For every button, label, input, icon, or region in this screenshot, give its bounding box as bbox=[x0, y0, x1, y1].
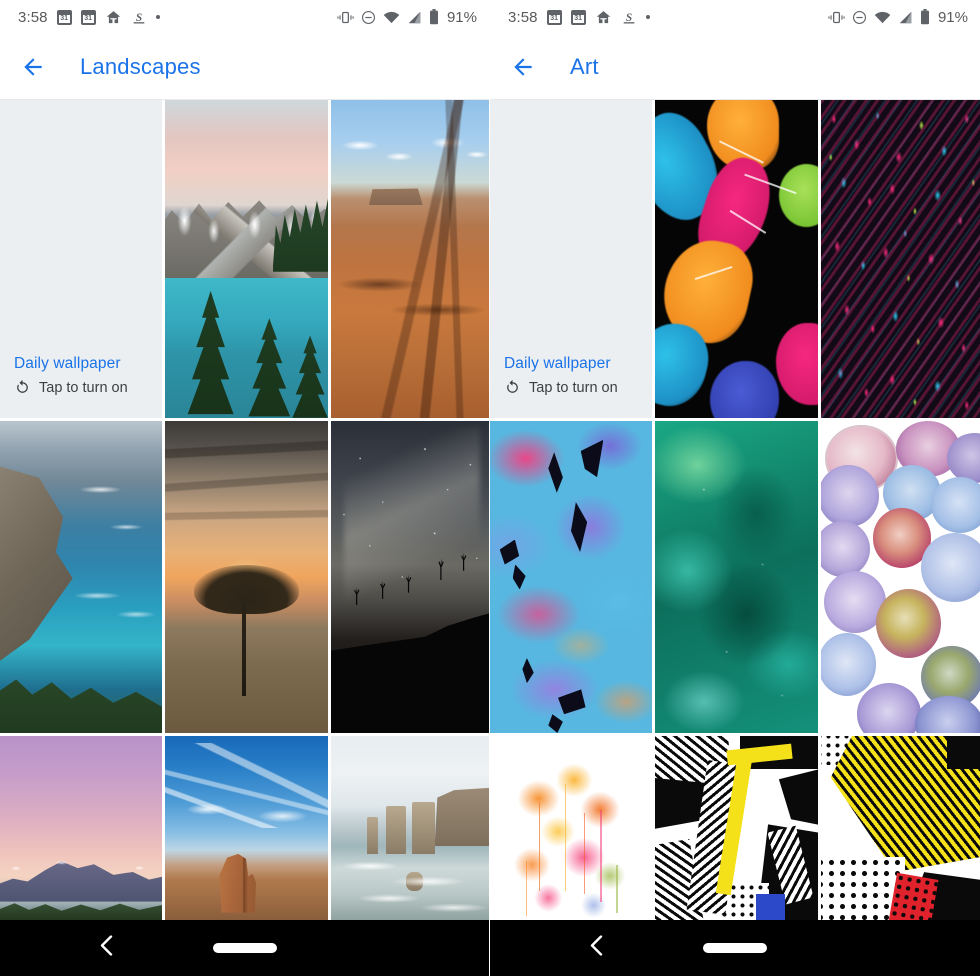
app-bar: Art bbox=[490, 34, 980, 100]
orange-splash-wallpaper[interactable] bbox=[490, 736, 652, 920]
s-app-icon: S bbox=[131, 9, 147, 26]
refresh-icon bbox=[14, 379, 31, 396]
phone-screen-art: 3:58 31 31 S 91% Art Daily wallpaper Tap… bbox=[490, 0, 980, 976]
home-icon bbox=[105, 9, 122, 26]
purple-dusk-mountains-wallpaper[interactable] bbox=[0, 736, 162, 920]
status-bar: 3:58 31 31 S 91% bbox=[490, 0, 980, 34]
app-bar: Landscapes bbox=[0, 34, 489, 100]
calendar-icon: 31 bbox=[80, 9, 96, 25]
pink-blue-watercolor-wallpaper[interactable] bbox=[490, 421, 652, 733]
status-bar-clock: 3:58 bbox=[18, 8, 48, 26]
daily-wallpaper-subtitle: Tap to turn on bbox=[529, 379, 618, 396]
battery-percent-label: 91% bbox=[446, 8, 477, 26]
daily-wallpaper-subtitle: Tap to turn on bbox=[39, 379, 128, 396]
sea-stacks-wallpaper[interactable] bbox=[331, 736, 489, 920]
signal-icon bbox=[407, 11, 422, 24]
daily-wallpaper-status: Tap to turn on bbox=[504, 379, 652, 396]
system-navigation-bar bbox=[490, 920, 980, 976]
calendar-icon: 31 bbox=[56, 9, 72, 25]
wallpaper-grid: Daily wallpaper Tap to turn on bbox=[0, 100, 489, 920]
pop-art-yellow-wallpaper[interactable] bbox=[821, 736, 980, 920]
green-watercolor-wallpaper[interactable] bbox=[655, 421, 818, 733]
system-navigation-bar bbox=[0, 920, 489, 976]
monument-valley-wallpaper[interactable] bbox=[165, 736, 328, 920]
starry-night-desert-wallpaper[interactable] bbox=[331, 421, 489, 733]
status-bar-left: 3:58 31 31 S bbox=[18, 9, 160, 26]
status-bar-right: 91% bbox=[828, 9, 968, 26]
dot-icon bbox=[155, 15, 160, 19]
acacia-tree-sunset-wallpaper[interactable] bbox=[165, 421, 328, 733]
do-not-disturb-icon bbox=[852, 10, 867, 25]
svg-text:S: S bbox=[625, 11, 631, 23]
daily-wallpaper-title: Daily wallpaper bbox=[504, 355, 611, 372]
page-title: Art bbox=[570, 53, 599, 79]
phone-screen-landscapes: 3:58 31 31 S 91% Landscapes Daily wallpa… bbox=[0, 0, 490, 976]
calendar-icon: 31 bbox=[570, 9, 586, 25]
status-bar-right: 91% bbox=[337, 9, 477, 26]
battery-percent-label: 91% bbox=[937, 8, 968, 26]
home-icon bbox=[595, 9, 612, 26]
daily-wallpaper-card[interactable]: Daily wallpaper Tap to turn on bbox=[490, 100, 652, 418]
do-not-disturb-icon bbox=[361, 10, 376, 25]
dual-screenshot-container: 3:58 31 31 S 91% Landscapes Daily wallpa… bbox=[0, 0, 980, 976]
neon-confetti-wallpaper[interactable] bbox=[821, 100, 980, 418]
signal-icon bbox=[898, 11, 913, 24]
status-bar-clock: 3:58 bbox=[508, 8, 538, 26]
status-bar-left: 3:58 31 31 S bbox=[508, 9, 650, 26]
calendar-icon: 31 bbox=[546, 9, 562, 25]
daily-wallpaper-title: Daily wallpaper bbox=[14, 355, 121, 372]
vibrate-icon bbox=[337, 10, 354, 25]
dot-icon bbox=[645, 15, 650, 19]
battery-icon bbox=[920, 9, 930, 25]
page-title: Landscapes bbox=[80, 53, 201, 79]
s-app-icon: S bbox=[621, 9, 637, 26]
daily-wallpaper-card[interactable]: Daily wallpaper Tap to turn on bbox=[0, 100, 162, 418]
coastal-cliffs-wallpaper[interactable] bbox=[0, 421, 162, 733]
nav-home-pill[interactable] bbox=[212, 943, 277, 953]
paint-splatter-black-wallpaper[interactable] bbox=[655, 100, 818, 418]
wallpaper-grid: Daily wallpaper Tap to turn on bbox=[490, 100, 980, 920]
status-bar: 3:58 31 31 S 91% bbox=[0, 0, 489, 34]
wifi-icon bbox=[383, 11, 400, 24]
mountain-lake-wallpaper[interactable] bbox=[165, 100, 328, 418]
pop-art-stripes-wallpaper[interactable] bbox=[655, 736, 818, 920]
refresh-icon bbox=[504, 379, 521, 396]
battery-icon bbox=[429, 9, 439, 25]
vibrate-icon bbox=[828, 10, 845, 25]
back-arrow-icon[interactable] bbox=[18, 52, 48, 82]
daily-wallpaper-status: Tap to turn on bbox=[14, 379, 162, 396]
nav-back-icon[interactable] bbox=[588, 935, 606, 961]
desert-canyon-wallpaper[interactable] bbox=[331, 100, 489, 418]
nav-back-icon[interactable] bbox=[98, 935, 116, 961]
back-arrow-icon[interactable] bbox=[508, 52, 538, 82]
wifi-icon bbox=[874, 11, 891, 24]
nav-home-pill[interactable] bbox=[703, 943, 767, 953]
ink-blooms-wallpaper[interactable] bbox=[821, 421, 980, 733]
svg-text:S: S bbox=[135, 11, 141, 23]
